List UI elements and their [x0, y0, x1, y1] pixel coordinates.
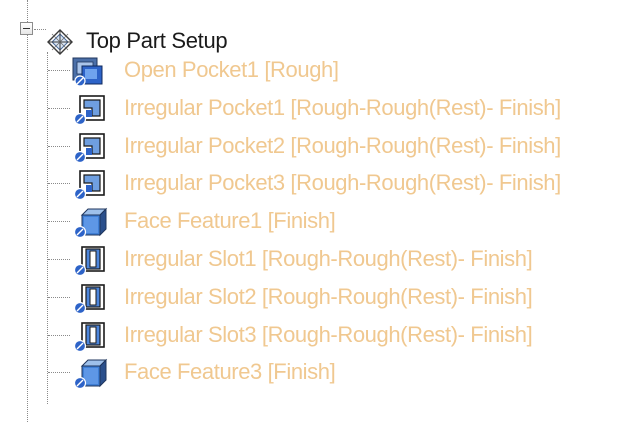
tree-node-label: Irregular Slot3 [Rough-Rough(Rest)- Fini…	[124, 321, 533, 347]
tree-connector	[48, 259, 70, 260]
tree-connector	[34, 29, 46, 30]
irregular-slot-icon	[70, 321, 110, 353]
collapse-toggle[interactable]	[20, 22, 33, 35]
tree-connector	[48, 296, 70, 298]
tree-node-label: Top Part Setup	[86, 28, 228, 53]
tree-connector	[48, 183, 70, 185]
tree-node-item[interactable]: Irregular Pocket2 [Rough-Rough(Rest)- Fi…	[0, 128, 621, 164]
irregular-pocket-icon	[70, 94, 110, 126]
tree-node-item[interactable]: Face Feature1 [Finish]	[0, 203, 621, 239]
tree-node-item[interactable]: Open Pocket1 [Rough]	[0, 52, 621, 88]
irregular-pocket-icon	[70, 132, 110, 164]
tree-node-item[interactable]: Face Feature3 [Finish]	[0, 354, 621, 390]
tree-node-label: Irregular Pocket3 [Rough-Rough(Rest)- Fi…	[124, 170, 561, 196]
tree-node-label: Irregular Slot2 [Rough-Rough(Rest)- Fini…	[124, 283, 533, 309]
feature-tree: Top Part Setup Open Pocket1 [Rough] Irre…	[0, 0, 621, 422]
tree-connector	[48, 70, 70, 71]
tree-connector	[48, 145, 70, 147]
open-pocket-icon	[70, 56, 110, 88]
tree-node-label: Irregular Pocket1 [Rough-Rough(Rest)- Fi…	[124, 94, 561, 120]
tree-node-label: Irregular Pocket2 [Rough-Rough(Rest)- Fi…	[124, 132, 561, 158]
tree-node-label: Irregular Slot1 [Rough-Rough(Rest)- Fini…	[124, 246, 533, 271]
irregular-slot-icon	[70, 283, 110, 315]
tree-node-item[interactable]: Irregular Slot3 [Rough-Rough(Rest)- Fini…	[0, 317, 621, 353]
tree-node-label: Face Feature1 [Finish]	[124, 208, 336, 234]
tree-node-item[interactable]: Irregular Slot2 [Rough-Rough(Rest)- Fini…	[0, 279, 621, 315]
irregular-pocket-icon	[70, 169, 110, 201]
tree-connector	[48, 221, 70, 223]
face-feature-icon	[70, 207, 110, 239]
tree-connector	[48, 107, 70, 109]
tree-connector	[48, 334, 70, 336]
irregular-slot-icon	[70, 245, 110, 277]
tree-node-label: Face Feature3 [Finish]	[124, 359, 336, 385]
tree-node-item[interactable]: Irregular Pocket3 [Rough-Rough(Rest)- Fi…	[0, 165, 621, 201]
tree-node-item[interactable]: Irregular Slot1 [Rough-Rough(Rest)- Fini…	[0, 241, 621, 277]
face-feature-icon	[70, 358, 110, 390]
tree-node-item[interactable]: Irregular Pocket1 [Rough-Rough(Rest)- Fi…	[0, 90, 621, 126]
tree-node-label: Open Pocket1 [Rough]	[124, 57, 339, 82]
tree-connector	[48, 372, 70, 374]
